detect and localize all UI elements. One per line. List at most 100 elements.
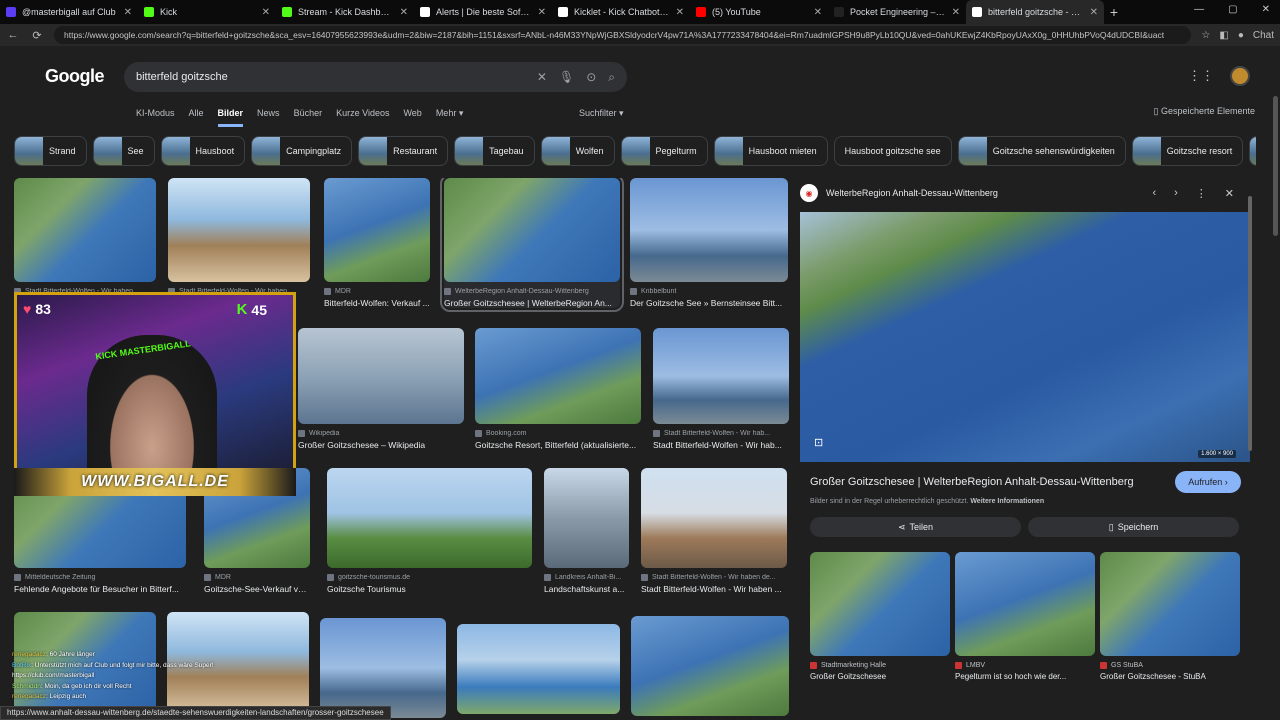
- related-thumbnail[interactable]: [955, 552, 1095, 656]
- chat-button[interactable]: Chat: [1253, 30, 1274, 41]
- refinement-chip[interactable]: Restaurant: [358, 136, 449, 166]
- image-result[interactable]: Kribbelbunt Der Goitzsche See » Bernstein…: [630, 178, 788, 308]
- share-button[interactable]: ⋖ Teilen: [810, 517, 1021, 537]
- result-thumbnail[interactable]: [475, 328, 641, 424]
- related-image[interactable]: LMBV Pegelturm ist so hoch wie der...: [955, 552, 1095, 681]
- search-box[interactable]: bitterfeld goitzsche ✕ 🎙 ⊙ ⌕: [124, 62, 627, 92]
- more-options-icon[interactable]: ⋮: [1196, 187, 1207, 200]
- related-title[interactable]: Pegelturm ist so hoch wie der...: [955, 672, 1095, 681]
- browser-tab[interactable]: Kicklet - Kick Chatbot, Kick Widge ✕: [552, 0, 690, 24]
- profile-icon[interactable]: ●: [1238, 30, 1244, 41]
- url-field[interactable]: https://www.google.com/search?q=bitterfe…: [54, 26, 1192, 44]
- browser-tab[interactable]: bitterfeld goitzsche - Google Such ✕: [966, 0, 1104, 24]
- result-thumbnail[interactable]: [653, 328, 789, 424]
- image-result[interactable]: Booking.com Goitzsche Resort, Bitterfeld …: [475, 328, 641, 450]
- related-title[interactable]: Großer Goitzschesee - StuBA: [1100, 672, 1240, 681]
- result-thumbnail[interactable]: [641, 468, 787, 568]
- refinement-chip[interactable]: Goitzsche resort: [1131, 136, 1244, 166]
- clear-icon[interactable]: ✕: [537, 70, 547, 84]
- star-icon[interactable]: ☆: [1201, 30, 1210, 41]
- result-title[interactable]: Stadt Bitterfeld-Wolfen - Wir hab...: [653, 440, 789, 450]
- result-thumbnail[interactable]: [544, 468, 629, 568]
- nav-tab[interactable]: KI-Modus: [136, 108, 175, 127]
- browser-tab[interactable]: @masterbigall auf Club ✕: [0, 0, 138, 24]
- result-thumbnail[interactable]: [168, 178, 310, 282]
- nav-tab[interactable]: Kurze Videos: [336, 108, 389, 127]
- search-icon[interactable]: ⌕: [608, 70, 615, 85]
- page-scrollbar[interactable]: [1273, 96, 1278, 236]
- related-image[interactable]: Stadtmarketing Halle Großer Goitzschesee: [810, 552, 950, 681]
- tab-close-icon[interactable]: ✕: [814, 7, 822, 18]
- browser-tab[interactable]: Pocket Engineering – ComCraft Ki ✕: [828, 0, 966, 24]
- image-result[interactable]: Landkreis Anhalt-Bi... Landschaftskunst a…: [544, 468, 629, 594]
- image-result[interactable]: WelterbeRegion Anhalt-Dessau-Wittenberg G…: [440, 178, 624, 312]
- tab-close-icon[interactable]: ✕: [400, 7, 408, 18]
- refinement-chip[interactable]: Pegelturm: [620, 136, 708, 166]
- refinement-chip[interactable]: Hausboot mieten: [713, 136, 828, 166]
- next-icon[interactable]: ›: [1174, 187, 1178, 200]
- result-thumbnail[interactable]: [14, 178, 156, 282]
- lens-icon[interactable]: ⊙: [586, 70, 596, 84]
- image-result[interactable]: [320, 618, 446, 718]
- result-title[interactable]: Goitzsche-See-Verkauf vor ...: [204, 584, 310, 594]
- browser-tab[interactable]: Alerts | Die beste Software zur Op ✕: [414, 0, 552, 24]
- result-thumbnail[interactable]: [630, 178, 788, 282]
- related-thumbnail[interactable]: [810, 552, 950, 656]
- close-icon[interactable]: ✕: [1225, 187, 1234, 200]
- related-title[interactable]: Großer Goitzschesee: [810, 672, 950, 681]
- avatar[interactable]: [1230, 66, 1250, 86]
- nav-tab[interactable]: Alle: [189, 108, 204, 127]
- refinement-chip[interactable]: Hausboot: [160, 136, 246, 166]
- tab-close-icon[interactable]: ✕: [676, 7, 684, 18]
- apps-grid-icon[interactable]: ⋮⋮: [1188, 68, 1214, 84]
- browser-tab[interactable]: Kick ✕: [138, 0, 276, 24]
- extension-icon[interactable]: ◧: [1219, 30, 1228, 41]
- microphone-icon[interactable]: 🎙: [559, 70, 574, 84]
- search-input[interactable]: bitterfeld goitzsche: [136, 71, 525, 83]
- save-button[interactable]: ▯ Speichern: [1028, 517, 1239, 537]
- visit-button[interactable]: Aufrufen ›: [1175, 471, 1241, 493]
- google-logo[interactable]: Google: [45, 66, 105, 87]
- refinement-chip[interactable]: Strand: [14, 136, 87, 166]
- search-tools-button[interactable]: Suchfilter ▾: [579, 108, 624, 119]
- image-result[interactable]: Stadt Bitterfeld-Wolfen - Wir hab... Stad…: [653, 328, 789, 450]
- browser-tab[interactable]: (5) YouTube ✕: [690, 0, 828, 24]
- result-thumbnail[interactable]: [327, 468, 532, 568]
- back-icon[interactable]: ←: [6, 29, 20, 41]
- panel-scrollbar[interactable]: [1248, 196, 1252, 451]
- nav-tab[interactable]: Mehr ▾: [436, 108, 464, 127]
- tab-close-icon[interactable]: ✕: [952, 7, 960, 18]
- refinement-chip[interactable]: See: [92, 136, 155, 166]
- image-result[interactable]: Stadt Bitterfeld-Wolfen - Wir haben de..…: [641, 468, 787, 594]
- image-result[interactable]: MDR Bitterfeld-Wolfen: Verkauf ...: [324, 178, 430, 308]
- result-thumbnail[interactable]: [457, 624, 620, 714]
- nav-tab[interactable]: News: [257, 108, 280, 127]
- result-title[interactable]: Goitzsche Resort, Bitterfeld (aktualisie…: [475, 440, 641, 450]
- browser-tab[interactable]: Stream - Kick Dashboard ✕: [276, 0, 414, 24]
- related-thumbnail[interactable]: [1100, 552, 1240, 656]
- previous-icon[interactable]: ‹: [1152, 187, 1156, 200]
- refinement-chip[interactable]: Wolfen: [540, 136, 615, 166]
- close-window-icon[interactable]: ✕: [1262, 4, 1270, 15]
- nav-tab[interactable]: Bücher: [294, 108, 323, 127]
- result-title[interactable]: Landschaftskunst a...: [544, 584, 629, 594]
- tab-close-icon[interactable]: ✕: [538, 7, 546, 18]
- result-title[interactable]: Der Goitzsche See » Bernsteinsee Bitt...: [630, 298, 788, 308]
- result-thumbnail[interactable]: [631, 616, 789, 716]
- image-result[interactable]: goitzsche-tourismus.de Goitzsche Tourismu…: [327, 468, 532, 594]
- result-thumbnail[interactable]: [324, 178, 430, 282]
- lens-search-icon[interactable]: ⊡: [814, 436, 823, 449]
- result-title[interactable]: Fehlende Angebote für Besucher in Bitter…: [14, 584, 186, 594]
- refinement-chip[interactable]: Tagebau: [454, 136, 535, 166]
- result-title[interactable]: Großer Goitzschesee | WelterbeRegion An.…: [444, 298, 620, 308]
- saved-items-link[interactable]: ▯ Gespeicherte Elemente: [1153, 106, 1255, 117]
- more-info-link[interactable]: Weitere Informationen: [970, 498, 1044, 505]
- result-thumbnail[interactable]: [320, 618, 446, 718]
- preview-title[interactable]: Großer Goitzschesee | WelterbeRegion Anh…: [810, 476, 1134, 488]
- result-title[interactable]: Großer Goitzschesee – Wikipedia: [298, 440, 464, 450]
- reload-icon[interactable]: ⟳: [30, 29, 44, 42]
- tab-close-icon[interactable]: ✕: [1090, 7, 1098, 18]
- result-title[interactable]: Bitterfeld-Wolfen: Verkauf ...: [324, 298, 430, 308]
- tab-close-icon[interactable]: ✕: [262, 7, 270, 18]
- refinement-chip[interactable]: Goitzsche sehenswürdigkeiten: [957, 136, 1126, 166]
